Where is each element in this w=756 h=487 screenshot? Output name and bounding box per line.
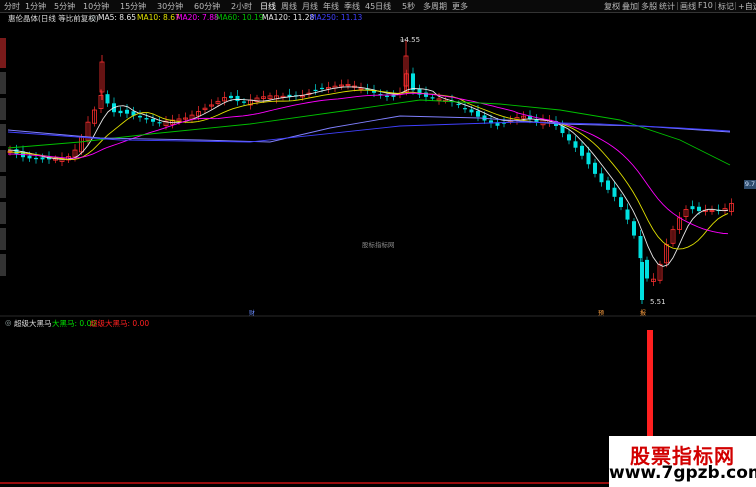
candle-body <box>430 97 435 99</box>
site-watermark: 股票指标网 www.7gpzb.com <box>609 436 756 487</box>
price-axis-label: 9.7 <box>744 180 756 189</box>
candle-body <box>229 95 233 99</box>
candle-body <box>138 115 142 118</box>
candle-body <box>567 134 571 141</box>
candle-body <box>476 110 480 117</box>
candle-body <box>144 118 149 120</box>
center-watermark: 股标指标网 <box>362 241 395 249</box>
candle-body <box>242 101 246 103</box>
candle-body <box>235 95 240 102</box>
watermark-line-2: www.7gpzb.com <box>609 463 756 483</box>
candle-body <box>645 259 649 279</box>
finance-mark[interactable]: 财 <box>249 308 255 317</box>
candle-body <box>463 108 467 110</box>
candle-body <box>619 197 623 207</box>
candle-body <box>456 103 461 106</box>
low-price-label: 5.51 <box>650 298 666 306</box>
candle-body <box>105 94 110 104</box>
candle-body <box>34 157 38 160</box>
candle-body <box>593 162 597 174</box>
candle-body <box>625 209 630 220</box>
candle-body <box>469 109 474 113</box>
candle-body <box>411 73 415 91</box>
candle-body <box>632 221 636 236</box>
ma60-line <box>7 99 731 166</box>
candle-body <box>313 89 318 92</box>
candle-body <box>27 155 32 159</box>
candle-body <box>573 141 578 148</box>
candle-body <box>385 95 389 97</box>
report-mark[interactable]: 报 <box>640 308 646 317</box>
candle-body <box>151 118 155 122</box>
candle-body <box>612 187 617 197</box>
candle-body <box>580 145 584 156</box>
candle-body <box>599 173 604 183</box>
candle-body <box>157 122 162 124</box>
candle-body <box>125 109 129 114</box>
candle-body <box>320 87 324 90</box>
ma250-line <box>7 121 731 143</box>
high-price-label: 14.55 <box>400 36 421 44</box>
candle-body <box>638 236 643 259</box>
forecast-mark[interactable]: 预 <box>598 308 604 317</box>
candle-body <box>118 110 123 114</box>
candle-body <box>586 152 591 165</box>
ma10-line <box>7 89 729 250</box>
candle-body <box>606 180 610 190</box>
candle-body <box>697 206 701 212</box>
candle-body <box>40 157 45 160</box>
candle-body <box>690 206 695 210</box>
ma20-line <box>7 92 729 235</box>
